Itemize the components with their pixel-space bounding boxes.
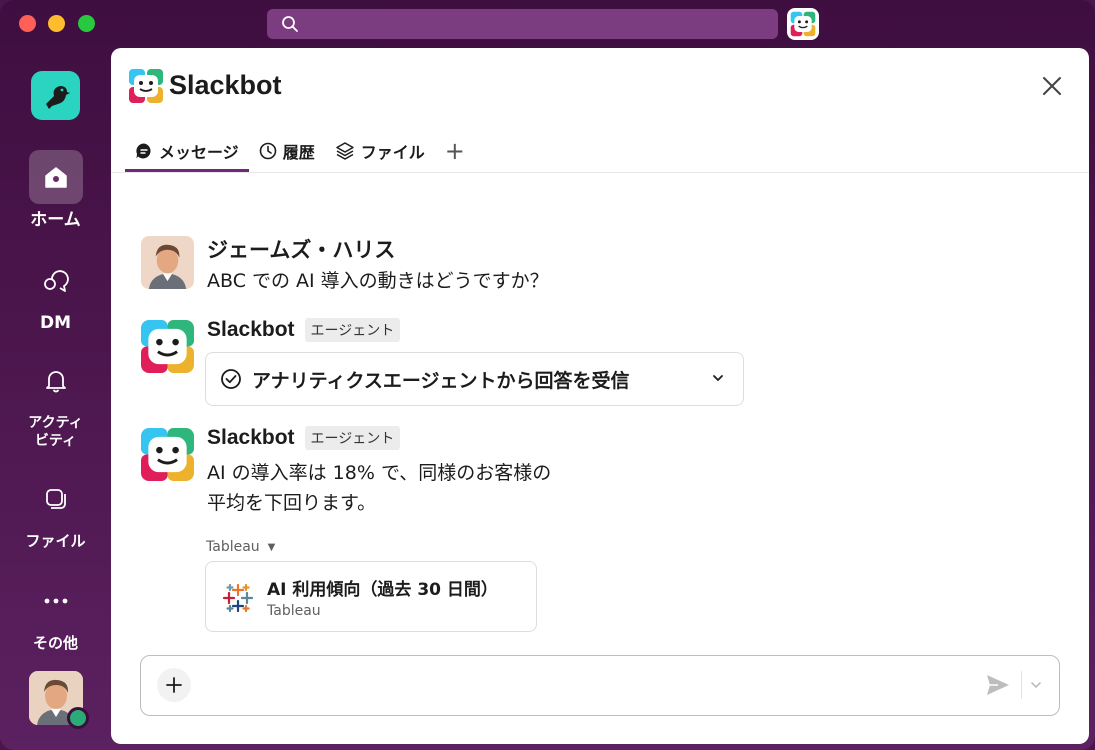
plus-icon bbox=[166, 677, 182, 693]
tab-files[interactable]: ファイル bbox=[325, 130, 435, 172]
panel-title: Slackbot bbox=[169, 70, 282, 100]
message-composer[interactable] bbox=[140, 655, 1060, 716]
attachment-title: AI 利用傾向（過去 30 日間） bbox=[267, 580, 498, 600]
check-circle-icon bbox=[221, 369, 241, 389]
sidebar-item-label: その他 bbox=[32, 634, 78, 652]
caret-down-icon: ▼ bbox=[267, 541, 276, 553]
dm-icon bbox=[43, 270, 69, 292]
add-tab-button[interactable]: + bbox=[435, 137, 475, 165]
tab-label: メッセージ bbox=[159, 143, 239, 162]
clock-icon bbox=[259, 142, 276, 160]
agent-badge: エージェント bbox=[304, 318, 401, 342]
tab-history[interactable]: 履歴 bbox=[249, 130, 325, 172]
minimize-window-button[interactable] bbox=[48, 15, 65, 32]
message-icon bbox=[136, 143, 151, 159]
divider bbox=[1021, 671, 1022, 699]
message-text-line1: AI の導入率は 18% で、同様のお客様の bbox=[207, 462, 552, 484]
slackbot-launcher-icon[interactable] bbox=[787, 8, 819, 40]
sidebar-item-more[interactable]: その他 bbox=[0, 574, 111, 652]
message-header: Slackbot エージェント bbox=[207, 318, 401, 342]
slackbot-panel: Slackbot メッセージ 履歴 ファイル + ジェームズ・ハリス ABC で… bbox=[111, 48, 1089, 744]
sidebar-item-activity[interactable]: アクティ ビティ bbox=[0, 354, 111, 450]
message-text-line2: 平均を下回ります。 bbox=[207, 492, 377, 514]
sidebar-item-dm[interactable]: DM bbox=[0, 253, 111, 333]
close-icon[interactable] bbox=[1039, 73, 1065, 99]
attachment-source-label: Tableau bbox=[206, 539, 260, 555]
layers-icon bbox=[335, 142, 354, 160]
sidebar-item-label: ホーム bbox=[30, 210, 81, 230]
tableau-icon bbox=[222, 583, 254, 613]
agent-badge: エージェント bbox=[304, 426, 401, 450]
search-input[interactable] bbox=[267, 9, 778, 39]
app-window: ホーム DM アクティ ビティ ファイル その他 Slackbot メッセージ … bbox=[0, 0, 1095, 750]
message-sender[interactable]: ジェームズ・ハリス bbox=[207, 234, 395, 264]
avatar[interactable] bbox=[141, 236, 194, 289]
sidebar-item-files[interactable]: ファイル bbox=[0, 472, 111, 550]
tableau-attachment-card[interactable]: AI 利用傾向（過去 30 日間） Tableau bbox=[205, 561, 537, 632]
more-icon bbox=[44, 598, 67, 604]
send-icon[interactable] bbox=[986, 674, 1010, 696]
sidebar-item-label-line2: ビティ bbox=[34, 433, 77, 449]
tab-messages[interactable]: メッセージ bbox=[125, 130, 249, 172]
sidebar-item-label: ファイル bbox=[25, 532, 86, 550]
slackbot-avatar[interactable] bbox=[141, 320, 194, 373]
tab-label: ファイル bbox=[360, 143, 425, 162]
search-icon bbox=[282, 16, 298, 32]
message-sender[interactable]: Slackbot bbox=[207, 318, 295, 342]
agent-response-label: アナリティクスエージェントから回答を受信 bbox=[252, 369, 630, 392]
message-header: Slackbot エージェント bbox=[207, 426, 401, 450]
bird-icon bbox=[45, 85, 70, 109]
workspace-logo[interactable] bbox=[31, 71, 80, 120]
zoom-window-button[interactable] bbox=[78, 15, 95, 32]
home-icon bbox=[44, 167, 67, 188]
presence-status-icon bbox=[67, 707, 89, 729]
chevron-down-icon bbox=[713, 375, 723, 382]
message-text: ABC での AI 導入の動きはどうですか？ bbox=[207, 270, 549, 292]
divider bbox=[111, 172, 1089, 173]
slackbot-logo-icon bbox=[129, 69, 163, 103]
attachment-subtitle: Tableau bbox=[267, 603, 321, 619]
add-attachment-button[interactable] bbox=[157, 668, 191, 702]
chevron-down-icon[interactable] bbox=[1029, 678, 1043, 692]
files-icon bbox=[45, 489, 66, 509]
close-window-button[interactable] bbox=[19, 15, 36, 32]
sidebar-item-home[interactable]: ホーム bbox=[0, 150, 111, 230]
attachment-source-toggle[interactable]: Tableau ▼ bbox=[206, 539, 275, 555]
slackbot-avatar[interactable] bbox=[141, 428, 194, 481]
panel-header: Slackbot bbox=[111, 48, 1089, 128]
message-sender[interactable]: Slackbot bbox=[207, 426, 295, 450]
agent-response-card[interactable]: アナリティクスエージェントから回答を受信 bbox=[205, 352, 744, 406]
sidebar-item-label-line1: アクティ bbox=[28, 415, 83, 431]
tab-label: 履歴 bbox=[282, 143, 315, 162]
sidebar-item-label: DM bbox=[39, 313, 72, 333]
bell-icon bbox=[45, 371, 66, 393]
tab-bar: メッセージ 履歴 ファイル + bbox=[125, 130, 475, 172]
